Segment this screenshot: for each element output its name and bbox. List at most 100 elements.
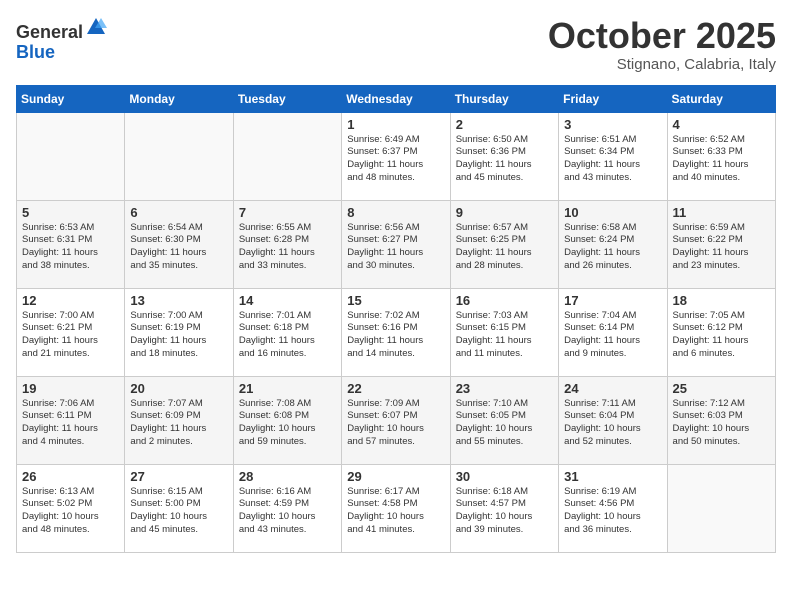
day-number: 4 <box>673 117 770 132</box>
day-number: 23 <box>456 381 553 396</box>
day-number: 17 <box>564 293 661 308</box>
calendar-cell: 3Sunrise: 6:51 AM Sunset: 6:34 PM Daylig… <box>559 112 667 200</box>
day-number: 29 <box>347 469 444 484</box>
calendar-cell: 19 Sunrise: 7:06 AM Sunset: 6:11 PM Dayli… <box>17 376 125 464</box>
calendar-cell: 16 Sunrise: 7:03 AM Sunset: 6:15 PM Dayli… <box>450 288 558 376</box>
location-subtitle: Stignano, Calabria, Italy <box>548 56 776 73</box>
day-number: 12 <box>22 293 119 308</box>
day-info: Sunrise: 7:01 AM Sunset: 6:18 PM Dayligh… <box>239 310 336 361</box>
day-number: 19 <box>22 381 119 396</box>
day-info: Sunrise: 6:55 AM Sunset: 6:28 PM Dayligh… <box>239 222 336 273</box>
header-cell-saturday: Saturday <box>667 85 775 112</box>
day-info: Sunrise: 6:16 AM Sunset: 4:59 PM Dayligh… <box>239 486 336 537</box>
calendar-cell: 4 Sunrise: 6:52 AM Sunset: 6:33 PM Daylig… <box>667 112 775 200</box>
calendar-cell: 22 Sunrise: 7:09 AM Sunset: 6:07 PM Dayli… <box>342 376 450 464</box>
calendar-body: 1Sunrise: 6:49 AM Sunset: 6:37 PM Daylig… <box>17 112 776 552</box>
day-info: Sunrise: 7:04 AM Sunset: 6:14 PM Dayligh… <box>564 310 661 361</box>
day-info: Sunrise: 6:58 AM Sunset: 6:24 PM Dayligh… <box>564 222 661 273</box>
day-info: Sunrise: 7:11 AM Sunset: 6:04 PM Dayligh… <box>564 398 661 449</box>
calendar-cell: 13 Sunrise: 7:00 AM Sunset: 6:19 PM Dayli… <box>125 288 233 376</box>
calendar-cell: 24Sunrise: 7:11 AM Sunset: 6:04 PM Dayli… <box>559 376 667 464</box>
day-info: Sunrise: 7:00 AM Sunset: 6:19 PM Dayligh… <box>130 310 227 361</box>
calendar-cell: 27 Sunrise: 6:15 AM Sunset: 5:00 PM Dayli… <box>125 464 233 552</box>
day-number: 28 <box>239 469 336 484</box>
calendar-cell: 6 Sunrise: 6:54 AM Sunset: 6:30 PM Daylig… <box>125 200 233 288</box>
day-info: Sunrise: 6:53 AM Sunset: 6:31 PM Dayligh… <box>22 222 119 273</box>
day-info: Sunrise: 6:52 AM Sunset: 6:33 PM Dayligh… <box>673 134 770 185</box>
logo-icon <box>85 16 107 38</box>
header-cell-wednesday: Wednesday <box>342 85 450 112</box>
calendar-cell <box>667 464 775 552</box>
page-header: General Blue October 2025 Stignano, Cala… <box>16 16 776 73</box>
calendar-cell: 21Sunrise: 7:08 AM Sunset: 6:08 PM Dayli… <box>233 376 341 464</box>
day-info: Sunrise: 7:08 AM Sunset: 6:08 PM Dayligh… <box>239 398 336 449</box>
calendar-cell: 10Sunrise: 6:58 AM Sunset: 6:24 PM Dayli… <box>559 200 667 288</box>
day-number: 22 <box>347 381 444 396</box>
week-row-5: 26 Sunrise: 6:13 AM Sunset: 5:02 PM Dayli… <box>17 464 776 552</box>
calendar-cell: 29Sunrise: 6:17 AM Sunset: 4:58 PM Dayli… <box>342 464 450 552</box>
calendar-cell: 5 Sunrise: 6:53 AM Sunset: 6:31 PM Daylig… <box>17 200 125 288</box>
week-row-3: 12 Sunrise: 7:00 AM Sunset: 6:21 PM Dayli… <box>17 288 776 376</box>
day-info: Sunrise: 7:02 AM Sunset: 6:16 PM Dayligh… <box>347 310 444 361</box>
day-info: Sunrise: 6:56 AM Sunset: 6:27 PM Dayligh… <box>347 222 444 273</box>
day-number: 26 <box>22 469 119 484</box>
day-number: 27 <box>130 469 227 484</box>
logo-general: General <box>16 22 83 42</box>
day-info: Sunrise: 7:03 AM Sunset: 6:15 PM Dayligh… <box>456 310 553 361</box>
calendar-cell <box>125 112 233 200</box>
day-info: Sunrise: 7:06 AM Sunset: 6:11 PM Dayligh… <box>22 398 119 449</box>
day-number: 2 <box>456 117 553 132</box>
day-number: 11 <box>673 205 770 220</box>
day-info: Sunrise: 7:00 AM Sunset: 6:21 PM Dayligh… <box>22 310 119 361</box>
logo: General Blue <box>16 16 107 63</box>
day-number: 25 <box>673 381 770 396</box>
day-info: Sunrise: 6:15 AM Sunset: 5:00 PM Dayligh… <box>130 486 227 537</box>
day-info: Sunrise: 6:51 AM Sunset: 6:34 PM Dayligh… <box>564 134 661 185</box>
day-number: 7 <box>239 205 336 220</box>
calendar-cell: 17 Sunrise: 7:04 AM Sunset: 6:14 PM Dayli… <box>559 288 667 376</box>
day-number: 5 <box>22 205 119 220</box>
header-cell-sunday: Sunday <box>17 85 125 112</box>
day-info: Sunrise: 7:07 AM Sunset: 6:09 PM Dayligh… <box>130 398 227 449</box>
day-info: Sunrise: 6:49 AM Sunset: 6:37 PM Dayligh… <box>347 134 444 185</box>
day-info: Sunrise: 6:13 AM Sunset: 5:02 PM Dayligh… <box>22 486 119 537</box>
day-info: Sunrise: 6:18 AM Sunset: 4:57 PM Dayligh… <box>456 486 553 537</box>
calendar-cell: 23 Sunrise: 7:10 AM Sunset: 6:05 PM Dayli… <box>450 376 558 464</box>
header-cell-tuesday: Tuesday <box>233 85 341 112</box>
day-number: 20 <box>130 381 227 396</box>
week-row-2: 5 Sunrise: 6:53 AM Sunset: 6:31 PM Daylig… <box>17 200 776 288</box>
calendar-cell <box>17 112 125 200</box>
day-number: 15 <box>347 293 444 308</box>
day-number: 18 <box>673 293 770 308</box>
header-cell-monday: Monday <box>125 85 233 112</box>
day-info: Sunrise: 7:12 AM Sunset: 6:03 PM Dayligh… <box>673 398 770 449</box>
day-number: 14 <box>239 293 336 308</box>
day-info: Sunrise: 6:54 AM Sunset: 6:30 PM Dayligh… <box>130 222 227 273</box>
calendar-cell: 7 Sunrise: 6:55 AM Sunset: 6:28 PM Daylig… <box>233 200 341 288</box>
day-info: Sunrise: 7:10 AM Sunset: 6:05 PM Dayligh… <box>456 398 553 449</box>
day-number: 6 <box>130 205 227 220</box>
calendar-cell: 14 Sunrise: 7:01 AM Sunset: 6:18 PM Dayli… <box>233 288 341 376</box>
calendar-cell: 2 Sunrise: 6:50 AM Sunset: 6:36 PM Daylig… <box>450 112 558 200</box>
day-info: Sunrise: 6:59 AM Sunset: 6:22 PM Dayligh… <box>673 222 770 273</box>
day-number: 9 <box>456 205 553 220</box>
day-number: 30 <box>456 469 553 484</box>
day-info: Sunrise: 6:19 AM Sunset: 4:56 PM Dayligh… <box>564 486 661 537</box>
calendar-table: SundayMondayTuesdayWednesdayThursdayFrid… <box>16 85 776 553</box>
title-block: October 2025 Stignano, Calabria, Italy <box>548 16 776 73</box>
calendar-cell: 1Sunrise: 6:49 AM Sunset: 6:37 PM Daylig… <box>342 112 450 200</box>
calendar-cell: 18 Sunrise: 7:05 AM Sunset: 6:12 PM Dayli… <box>667 288 775 376</box>
day-info: Sunrise: 6:50 AM Sunset: 6:36 PM Dayligh… <box>456 134 553 185</box>
day-info: Sunrise: 7:09 AM Sunset: 6:07 PM Dayligh… <box>347 398 444 449</box>
day-number: 31 <box>564 469 661 484</box>
day-info: Sunrise: 7:05 AM Sunset: 6:12 PM Dayligh… <box>673 310 770 361</box>
month-title: October 2025 <box>548 16 776 56</box>
day-number: 16 <box>456 293 553 308</box>
header-cell-thursday: Thursday <box>450 85 558 112</box>
calendar-header: SundayMondayTuesdayWednesdayThursdayFrid… <box>17 85 776 112</box>
calendar-cell: 30 Sunrise: 6:18 AM Sunset: 4:57 PM Dayli… <box>450 464 558 552</box>
day-number: 13 <box>130 293 227 308</box>
header-cell-friday: Friday <box>559 85 667 112</box>
logo-blue: Blue <box>16 42 55 62</box>
week-row-4: 19 Sunrise: 7:06 AM Sunset: 6:11 PM Dayli… <box>17 376 776 464</box>
